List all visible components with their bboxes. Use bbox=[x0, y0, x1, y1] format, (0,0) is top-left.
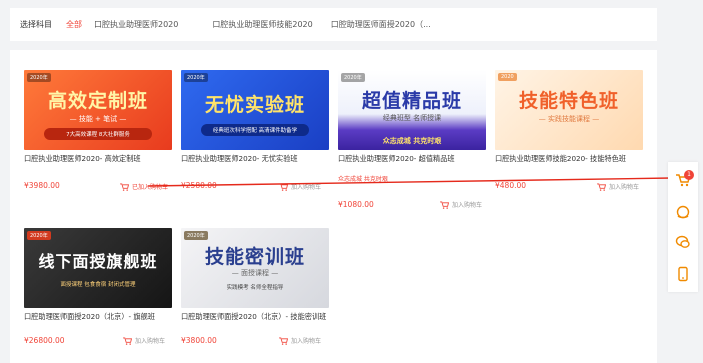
chat-icon[interactable] bbox=[675, 234, 691, 250]
fly-to-cart-arrow bbox=[147, 174, 680, 187]
cart-count-badge: 1 bbox=[684, 170, 694, 180]
phone-icon[interactable] bbox=[675, 266, 691, 282]
floating-sidebar bbox=[668, 162, 698, 292]
headset-icon[interactable] bbox=[675, 204, 691, 220]
